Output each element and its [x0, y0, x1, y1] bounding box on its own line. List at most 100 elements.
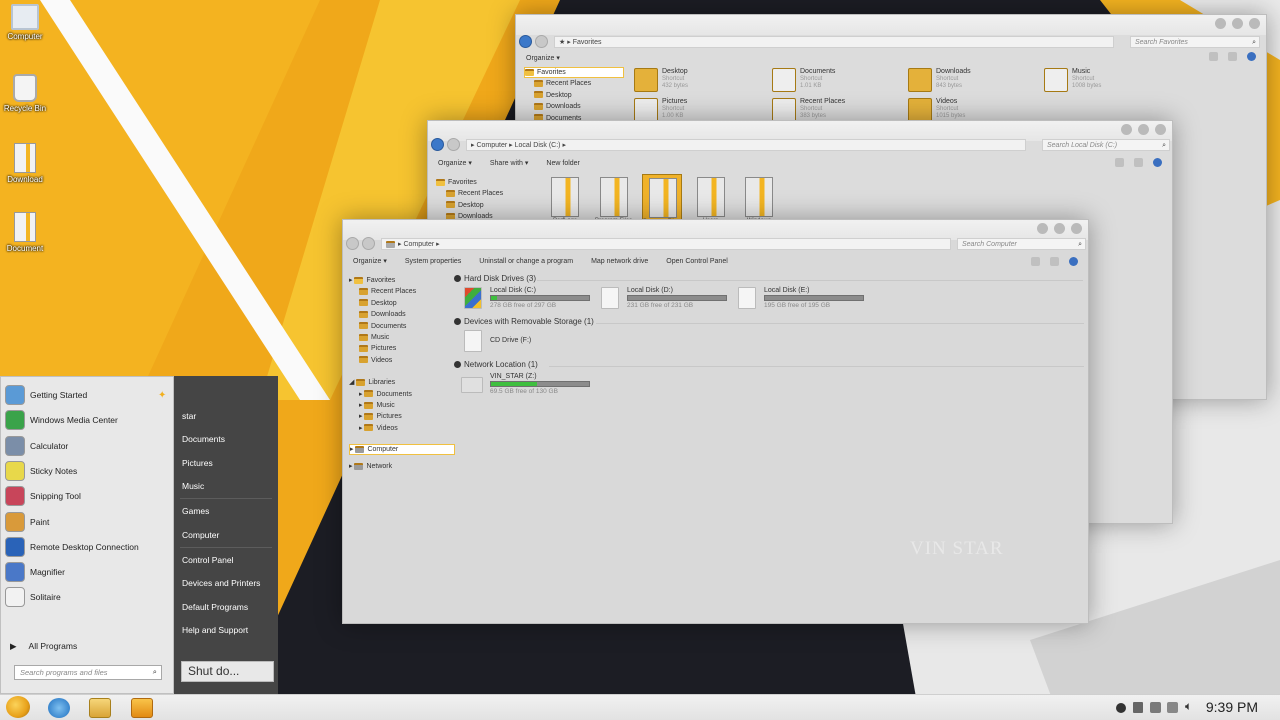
volume-icon[interactable]: 🔈︎ — [1185, 699, 1192, 714]
drive-e[interactable]: Local Disk (E:) 195 GB free of 195 GB — [738, 287, 868, 311]
close-button[interactable] — [1249, 18, 1260, 29]
drive-c[interactable]: Local Disk (C:) 278 GB free of 297 GB — [464, 287, 594, 311]
nav-item[interactable]: ▸ Pictures — [349, 411, 453, 422]
start-program-item[interactable]: Snipping Tool — [5, 485, 81, 507]
start-link-pictures[interactable]: Pictures — [182, 458, 213, 468]
start-program-item[interactable]: Sticky Notes — [5, 460, 77, 482]
start-link-music[interactable]: Music — [182, 481, 204, 491]
preview-pane-icon[interactable] — [1050, 257, 1059, 266]
favorite-item[interactable]: Music Shortcut 1008 bytes — [1044, 68, 1174, 96]
nav-item[interactable]: Desktop — [436, 200, 532, 211]
view-options-icon[interactable] — [1209, 52, 1218, 61]
start-link-computer[interactable]: Computer — [182, 530, 219, 540]
uninstall-button[interactable]: Uninstall or change a program — [479, 258, 573, 265]
favorite-item[interactable]: Downloads Shortcut 843 bytes — [908, 68, 1038, 96]
address-bar[interactable]: ★ ▸ Favorites — [554, 36, 1114, 48]
back-button[interactable] — [346, 237, 359, 250]
start-link-user[interactable]: star — [182, 411, 196, 421]
tray-icon[interactable] — [1167, 702, 1178, 713]
breadcrumb-computer[interactable]: Computer — [476, 142, 507, 149]
section-network-location[interactable]: Network Location (1) — [454, 360, 538, 369]
nav-item-favorites[interactable]: ▸ Favorites — [349, 275, 453, 286]
maximize-button[interactable] — [1054, 223, 1065, 234]
folder-tile[interactable]: Program Files (x86) — [642, 174, 682, 224]
desktop-icon-download[interactable]: Download — [2, 143, 48, 184]
title-bar[interactable] — [516, 15, 1266, 35]
nav-item[interactable]: Recent Places — [524, 78, 620, 89]
nav-item[interactable]: Recent Places — [349, 286, 453, 297]
close-button[interactable] — [1155, 124, 1166, 135]
minimize-button[interactable] — [1121, 124, 1132, 135]
media-player-icon[interactable] — [131, 698, 153, 718]
cd-drive[interactable]: CD Drive (F:) — [464, 330, 594, 354]
back-button[interactable] — [519, 35, 532, 48]
start-link-help-support[interactable]: Help and Support — [182, 625, 248, 635]
start-program-item[interactable]: Getting Started — [5, 384, 87, 406]
forward-button[interactable] — [535, 35, 548, 48]
back-button[interactable] — [431, 138, 444, 151]
start-orb-button[interactable] — [6, 696, 30, 718]
desktop-icon-computer[interactable]: Computer — [2, 4, 48, 41]
nav-item[interactable]: Desktop — [524, 90, 620, 101]
breadcrumb-local-disk[interactable]: Local Disk (C:) — [515, 142, 561, 149]
map-network-drive-button[interactable]: Map network drive — [591, 258, 648, 265]
start-program-item[interactable]: Paint — [5, 511, 49, 533]
nav-item[interactable]: Desktop — [349, 298, 453, 309]
action-center-icon[interactable] — [1116, 703, 1126, 713]
nav-item[interactable]: Documents — [349, 321, 453, 332]
organize-menu[interactable]: Organize ▾ — [526, 54, 560, 62]
start-search-input[interactable]: Search programs and files ⌕ — [14, 665, 162, 680]
preview-pane-icon[interactable] — [1134, 158, 1143, 167]
nav-item-favorites[interactable]: Favorites — [436, 177, 532, 188]
minimize-button[interactable] — [1215, 18, 1226, 29]
nav-item[interactable]: ▸ Music — [349, 400, 453, 411]
nav-item-network[interactable]: ▸ Network — [349, 461, 453, 472]
start-link-control-panel[interactable]: Control Panel — [182, 555, 234, 565]
start-link-default-programs[interactable]: Default Programs — [182, 602, 248, 612]
forward-button[interactable] — [362, 237, 375, 250]
view-options-icon[interactable] — [1031, 257, 1040, 266]
maximize-button[interactable] — [1232, 18, 1243, 29]
tray-icon[interactable] — [1150, 702, 1161, 713]
close-button[interactable] — [1071, 223, 1082, 234]
help-icon[interactable] — [1153, 158, 1162, 167]
start-link-devices-printers[interactable]: Devices and Printers — [182, 578, 260, 588]
internet-explorer-icon[interactable] — [48, 698, 70, 718]
desktop-icon-document[interactable]: Document — [2, 212, 48, 253]
network-tray-icon[interactable] — [1133, 702, 1143, 713]
nav-item[interactable]: Downloads — [524, 101, 620, 112]
nav-item[interactable]: Pictures — [349, 343, 453, 354]
address-bar[interactable]: ▸ Computer ▸ — [381, 238, 951, 250]
address-bar[interactable]: ▸ Computer ▸ Local Disk (C:) ▸ — [466, 139, 1026, 151]
desktop-icon-recycle-bin[interactable]: Recycle Bin — [2, 74, 48, 113]
minimize-button[interactable] — [1037, 223, 1048, 234]
start-program-item[interactable]: Magnifier — [5, 561, 65, 583]
breadcrumb[interactable]: Computer — [403, 241, 434, 248]
nav-item[interactable]: Recent Places — [436, 188, 532, 199]
nav-item[interactable]: Music — [349, 332, 453, 343]
start-program-item[interactable]: Solitaire — [5, 586, 61, 608]
start-link-documents[interactable]: Documents — [182, 434, 225, 444]
start-program-item[interactable]: Calculator — [5, 435, 68, 457]
preview-pane-icon[interactable] — [1228, 52, 1237, 61]
maximize-button[interactable] — [1138, 124, 1149, 135]
folder-tile[interactable]: Users — [691, 174, 731, 224]
network-drive[interactable]: VIN_STAR (Z:) 69.5 GB free of 130 GB — [461, 373, 591, 397]
favorite-item[interactable]: Desktop Shortcut 432 bytes — [634, 68, 764, 96]
section-hard-disk-drives[interactable]: Hard Disk Drives (3) — [454, 274, 536, 283]
help-icon[interactable] — [1247, 52, 1256, 61]
shutdown-button[interactable]: Shut do... — [181, 661, 274, 682]
organize-menu[interactable]: Organize ▾ — [438, 159, 472, 167]
all-programs-button[interactable]: ▶ All Programs — [10, 635, 77, 657]
favorite-item[interactable]: Documents Shortcut 1.01 KB — [772, 68, 902, 96]
nav-item[interactable]: ▸ Videos — [349, 423, 453, 434]
search-input[interactable]: Search Computer ⌕ — [957, 238, 1086, 250]
nav-item-computer[interactable]: ▸ Computer — [349, 444, 455, 456]
nav-item[interactable]: ▸ Documents — [349, 389, 453, 400]
view-options-icon[interactable] — [1115, 158, 1124, 167]
open-control-panel-button[interactable]: Open Control Panel — [666, 258, 727, 265]
section-removable-storage[interactable]: Devices with Removable Storage (1) — [454, 317, 594, 326]
start-program-item[interactable]: Windows Media Center — [5, 409, 118, 431]
windows-explorer-icon[interactable] — [89, 698, 111, 718]
nav-item[interactable]: Downloads — [349, 309, 453, 320]
